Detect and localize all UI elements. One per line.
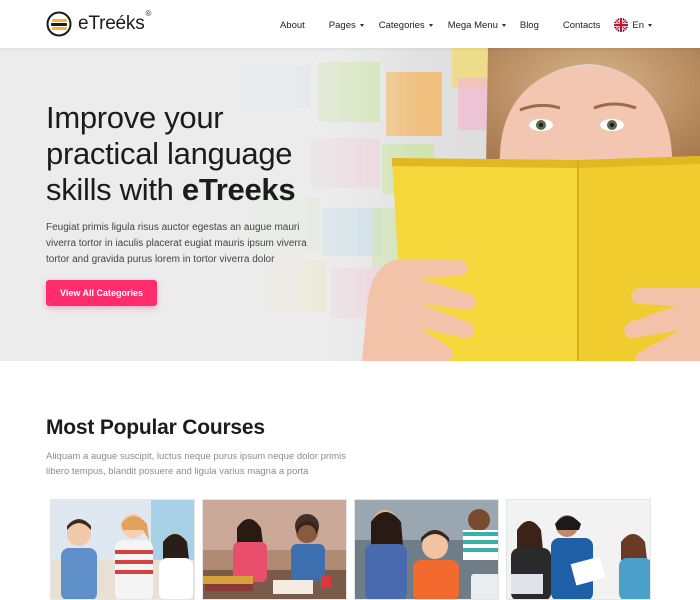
nav-pages-label: Pages [328,19,356,31]
view-all-categories-button[interactable]: View All Categories [46,280,157,306]
hero-title-line-2: practical language [46,136,293,171]
courses-section-title: Most Popular Courses [46,416,265,439]
nav-mega-menu[interactable]: Mega Menu [448,20,506,31]
nav-categories-label: Categories [378,19,425,31]
course-card-image[interactable] [506,499,651,600]
registered-mark: ® [145,9,152,18]
caret-down-icon [428,23,433,27]
course-card-image[interactable] [354,499,499,600]
nav-pages[interactable]: Pages [329,20,364,31]
uk-flag-icon [614,18,629,32]
logo-text: eTreéks® [78,9,152,34]
nav-blog[interactable]: Blog [520,20,539,31]
caret-down-icon [648,23,652,27]
logo[interactable]: eTreéks® [46,9,152,37]
course-cards [50,499,658,600]
nav-categories[interactable]: Categories [379,20,433,31]
hero-title-brand: eTreeks [181,172,296,207]
hero-description: Feugiat primis ligula risus auctor egest… [46,222,307,265]
course-card-image[interactable] [50,499,195,600]
caret-down-icon [359,23,364,27]
nav-contacts[interactable]: Contacts [563,20,601,31]
courses-section-description: Aliquam a augue suscipit, luctus neque p… [46,451,346,477]
nav-about[interactable]: About [280,20,305,31]
hero-section: Improve your practical language skills w… [0,48,700,361]
hero-title-line-3: skills with [46,172,182,207]
main-nav: About Pages Categories Mega Menu Blog Co… [280,18,652,32]
books-logo-icon [46,11,74,37]
course-card-image[interactable] [202,499,347,600]
language-label: En [632,19,644,31]
site-header: eTreéks® About Pages Categories Mega Men… [0,0,700,48]
caret-down-icon [501,23,506,27]
hero-title-line-1: Improve your [46,100,224,135]
language-selector[interactable]: En [614,18,652,32]
nav-mega-menu-label: Mega Menu [447,19,498,31]
hero-title: Improve your practical language skills w… [46,100,366,208]
